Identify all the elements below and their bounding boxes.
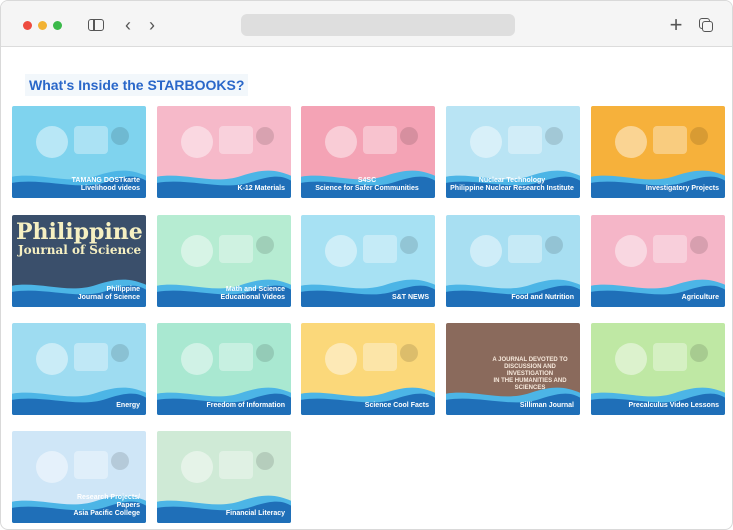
tile-agriculture[interactable]: Agriculture [591,215,725,307]
tile-wave-banner [157,170,291,198]
tile-freedom-of-information[interactable]: Freedom of Information [157,323,291,415]
tile-st-news[interactable]: S&T NEWS [301,215,435,307]
tile-wave-banner [446,387,580,415]
tile-philippine-journal-of-science[interactable]: Philippine Journal of Science Philippine J… [12,215,146,307]
tile-label: Energy [116,402,140,409]
tile-label: Research Projects/ Papers Asia Pacific C… [73,494,140,517]
tile-wave-banner [446,279,580,307]
tile-research-projects[interactable]: Research Projects/ Papers Asia Pacific C… [12,431,146,523]
tile-wave-banner [157,387,291,415]
tile-wave-banner [591,279,725,307]
tile-label: Investigatory Projects [645,185,719,192]
browser-toolbar: ‹ › + [1,1,732,47]
tile-food-nutrition[interactable]: Food and Nutrition [446,215,580,307]
tile-label: Philippine Journal of Science [77,286,140,301]
forward-icon[interactable]: › [141,15,163,35]
tile-wave-banner [591,387,725,415]
tile-financial-literacy[interactable]: Financial Literacy [157,431,291,523]
new-tab-icon[interactable]: + [665,12,687,37]
minimize-window-button[interactable] [38,21,47,30]
journal-masthead-subtitle: Journal of Science [18,243,142,257]
tile-wave-banner [591,170,725,198]
tile-label: Science Cool Facts [364,402,429,409]
tile-s4sc[interactable]: S4SC Science for Safer Communities [301,106,435,198]
tile-nuclear-technology[interactable]: Nuclear Technology Philippine Nuclear Re… [446,106,580,198]
tile-silliman-journal[interactable]: A JOURNAL DEVOTED TO DISCUSSION AND INVE… [446,323,580,415]
tile-k12-materials[interactable]: K-12 Materials [157,106,291,198]
tile-math-science-videos[interactable]: Math and Science Educational Videos [157,215,291,307]
page-title: What's Inside the STARBOOKS? [25,74,249,96]
tile-label: Silliman Journal [519,402,574,409]
tile-tamang-dostkarte[interactable]: TAMANG DOSTkarte Livelihood videos [12,106,146,198]
tabs-overview-icon[interactable] [695,15,717,35]
tile-label: Food and Nutrition [511,294,574,301]
tile-label: Freedom of Information [206,402,285,409]
tile-precalculus[interactable]: Precalculus Video Lessons [591,323,725,415]
journal-masthead: Philippine [16,219,143,245]
sidebar-icon[interactable] [85,15,107,35]
tile-label: TAMANG DOSTkarte Livelihood videos [71,177,140,192]
tile-label: S&T NEWS [392,294,429,301]
tile-label: K-12 Materials [237,185,285,192]
tile-label: Financial Literacy [225,510,285,517]
tile-label: S4SC Science for Safer Communities [315,177,419,192]
tile-wave-banner [12,387,146,415]
back-icon[interactable]: ‹ [117,15,139,35]
tile-label: Precalculus Video Lessons [628,402,719,409]
address-bar[interactable] [241,14,515,36]
tile-investigatory-projects[interactable]: Investigatory Projects [591,106,725,198]
close-window-button[interactable] [23,21,32,30]
tile-label: Agriculture [681,294,719,301]
tile-energy[interactable]: Energy [12,323,146,415]
tile-label: Math and Science Educational Videos [220,286,285,301]
tile-wave-banner [157,495,291,523]
tile-label: Nuclear Technology Philippine Nuclear Re… [450,177,574,192]
tile-wave-banner [301,387,435,415]
zoom-window-button[interactable] [53,21,62,30]
tile-wave-banner [301,279,435,307]
tile-science-cool-facts[interactable]: Science Cool Facts [301,323,435,415]
browser-window: ‹ › + What's Inside the STARBOOKS? TAMAN… [0,0,733,530]
